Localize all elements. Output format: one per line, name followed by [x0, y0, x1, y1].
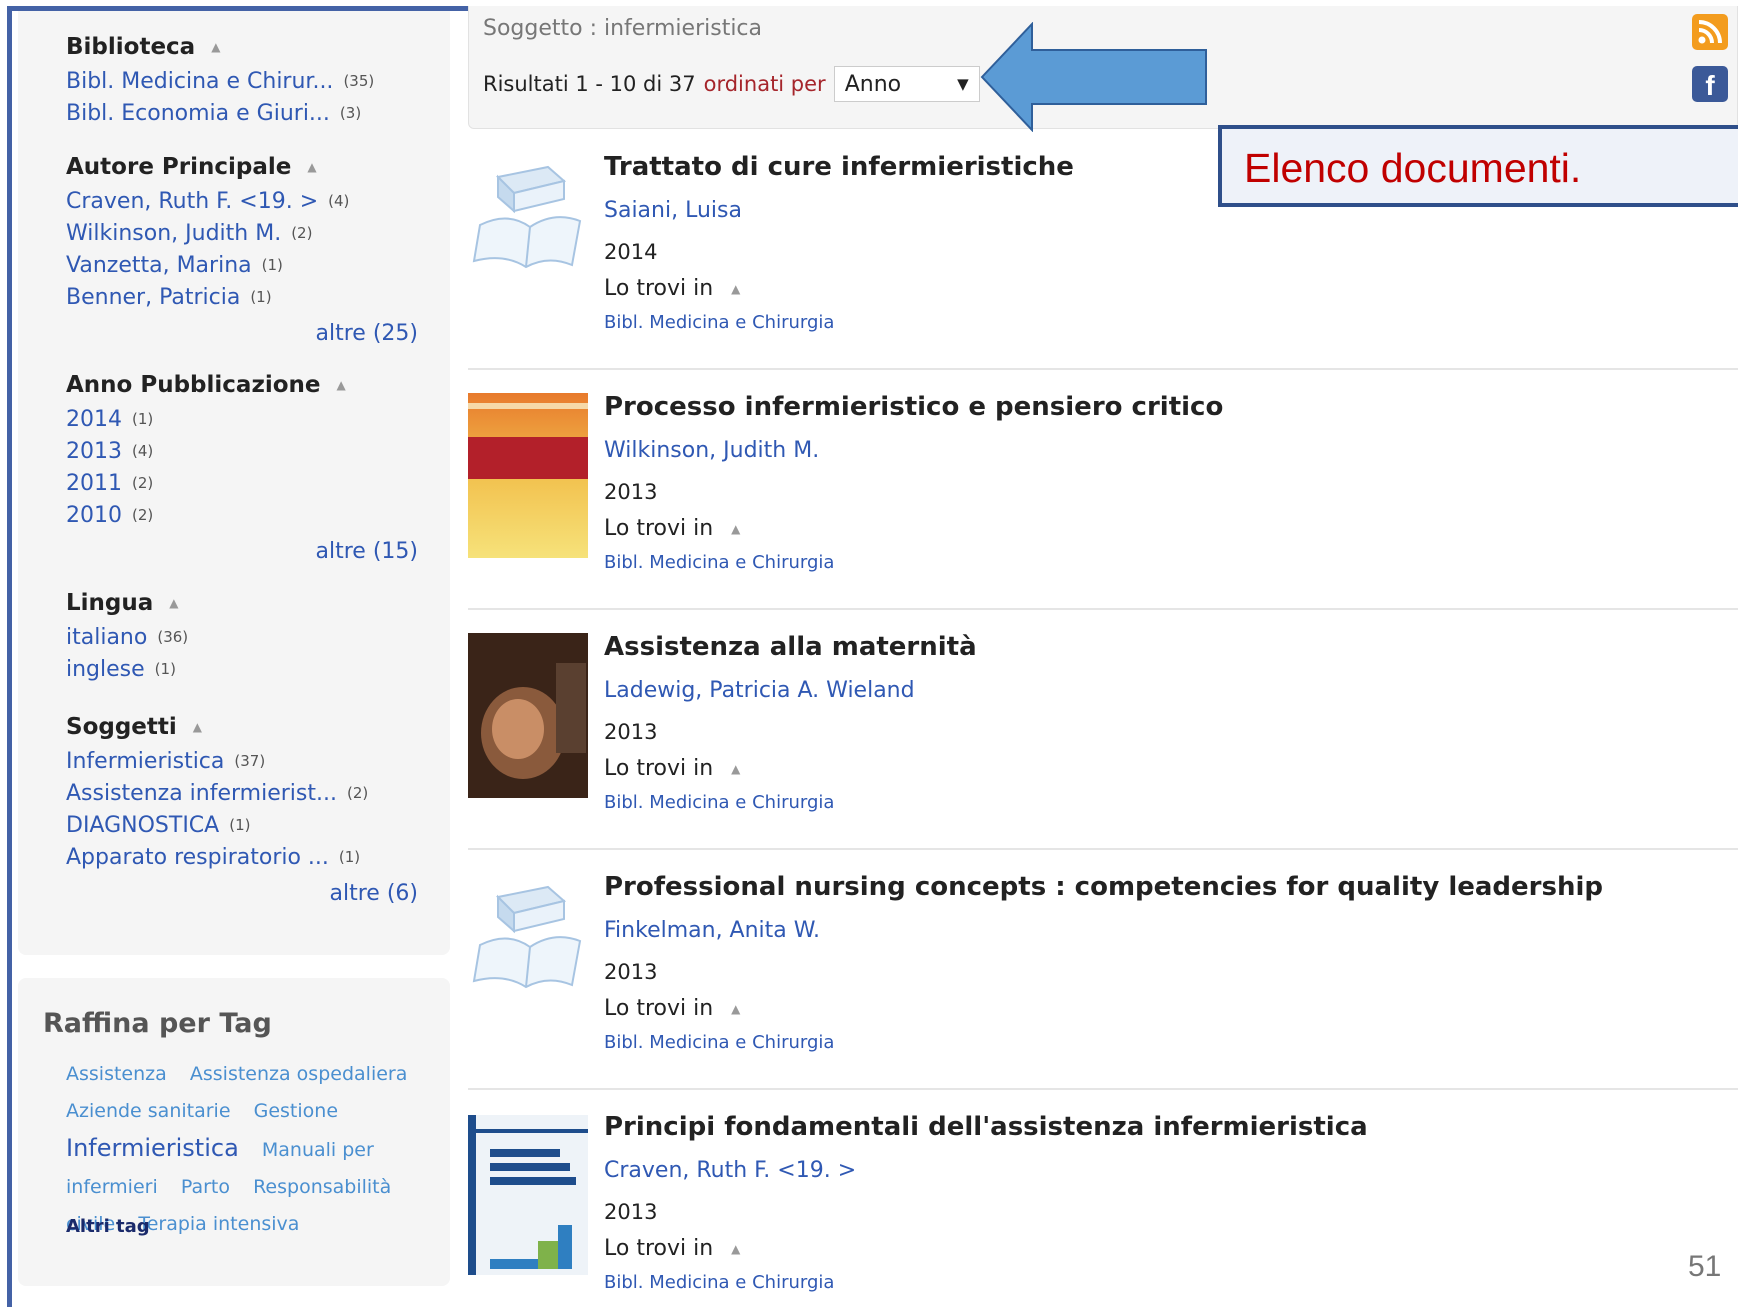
result-year: 2013 — [604, 480, 658, 504]
collapse-icon: ▲ — [731, 521, 741, 536]
facet-item[interactable]: Benner, Patricia (1) — [66, 281, 426, 313]
facet-soggetti: Soggetti ▲ Infermieristica (37) Assistenz… — [66, 709, 426, 906]
facet-item[interactable]: Vanzetta, Marina (1) — [66, 249, 426, 281]
slide-number: 51 — [1688, 1250, 1722, 1283]
facet-title[interactable]: Anno Pubblicazione ▲ — [66, 367, 426, 403]
facet-title[interactable]: Lingua ▲ — [66, 585, 426, 621]
tag-cloud: Assistenza Assistenza ospedaliera Aziend… — [66, 1056, 436, 1243]
collapse-icon[interactable]: ▲ — [211, 40, 220, 54]
facet-item[interactable]: Bibl. Medicina e Chirur... (35) — [66, 65, 426, 97]
result-author[interactable]: Craven, Ruth F. <19. > — [604, 1158, 856, 1183]
facet-item[interactable]: Bibl. Economia e Giuri... (3) — [66, 97, 426, 129]
slide-frame-left — [7, 6, 12, 1307]
library-link[interactable]: Bibl. Medicina e Chirurgia — [604, 1272, 834, 1293]
result-item: Assistenza alla maternità Ladewig, Patri… — [468, 610, 1738, 850]
tag-link[interactable]: Infermieristica — [66, 1134, 239, 1162]
where-toggle[interactable]: Lo trovi in ▲ — [604, 1236, 740, 1261]
collapse-icon[interactable]: ▲ — [169, 596, 178, 610]
tags-panel: Raffina per Tag Assistenza Assistenza os… — [18, 978, 450, 1286]
result-title[interactable]: Processo infermieristico e pensiero crit… — [604, 392, 1223, 422]
generic-book-icon[interactable] — [468, 155, 588, 320]
result-year: 2014 — [604, 240, 658, 264]
facet-anno: Anno Pubblicazione ▲ 2014 (1) 2013 (4) 201… — [66, 367, 426, 564]
library-link[interactable]: Bibl. Medicina e Chirurgia — [604, 552, 834, 573]
facet-title[interactable]: Biblioteca ▲ — [66, 29, 426, 65]
facet-item[interactable]: 2011 (2) — [66, 467, 426, 499]
generic-book-icon[interactable] — [468, 875, 588, 1040]
facebook-icon[interactable]: f — [1692, 66, 1728, 102]
facet-item[interactable]: DIAGNOSTICA (1) — [66, 809, 426, 841]
where-toggle[interactable]: Lo trovi in ▲ — [604, 996, 740, 1021]
book-cover[interactable] — [468, 1115, 588, 1275]
facet-item[interactable]: Infermieristica (37) — [66, 745, 426, 777]
book-cover[interactable] — [468, 393, 588, 558]
facet-item[interactable]: inglese (1) — [66, 653, 426, 685]
sort-select[interactable]: Anno ▼ — [833, 66, 980, 102]
facet-item[interactable]: Assistenza infermierist... (2) — [66, 777, 426, 809]
result-author[interactable]: Finkelman, Anita W. — [604, 918, 820, 943]
tag-link[interactable]: Assistenza — [66, 1063, 167, 1085]
more-link[interactable]: altre (15) — [316, 539, 418, 564]
callout-arrow-icon — [980, 22, 1207, 132]
facet-item[interactable]: 2014 (1) — [66, 403, 426, 435]
more-tags-link[interactable]: Altri tag — [66, 1216, 150, 1237]
chevron-down-icon: ▼ — [957, 75, 969, 93]
library-link[interactable]: Bibl. Medicina e Chirurgia — [604, 312, 834, 333]
more-link[interactable]: altre (6) — [330, 881, 418, 906]
tag-link[interactable]: Gestione — [254, 1100, 338, 1122]
more-link[interactable]: altre (25) — [316, 321, 418, 346]
facets-panel: Biblioteca ▲ Bibl. Medicina e Chirur...(… — [18, 11, 450, 955]
result-year: 2013 — [604, 720, 658, 744]
facet-item[interactable]: 2013 (4) — [66, 435, 426, 467]
collapse-icon[interactable]: ▲ — [307, 160, 316, 174]
facet-item[interactable]: Apparato respiratorio ... (1) — [66, 841, 426, 873]
facet-item[interactable]: Wilkinson, Judith M. (2) — [66, 217, 426, 249]
facet-title[interactable]: Soggetti ▲ — [66, 709, 426, 745]
library-link[interactable]: Bibl. Medicina e Chirurgia — [604, 1032, 834, 1053]
result-item: Principi fondamentali dell'assistenza in… — [468, 1092, 1738, 1307]
tag-link[interactable]: Terapia intensiva — [138, 1213, 299, 1235]
result-item: Trattato di cure infermieristiche Saiani… — [468, 130, 1738, 370]
collapse-icon: ▲ — [731, 1001, 741, 1016]
facet-item[interactable]: Craven, Ruth F. <19. > (4) — [66, 185, 426, 217]
facet-lingua: Lingua ▲ italiano (36) inglese (1) — [66, 585, 426, 685]
collapse-icon: ▲ — [731, 1241, 741, 1256]
book-cover[interactable] — [468, 633, 588, 798]
result-title[interactable]: Trattato di cure infermieristiche — [604, 152, 1074, 182]
result-author[interactable]: Saiani, Luisa — [604, 198, 742, 223]
results-summary: Risultati 1 - 10 di 37 ordinati per Anno… — [483, 66, 980, 102]
result-item: Processo infermieristico e pensiero crit… — [468, 370, 1738, 610]
tag-link[interactable]: Parto — [181, 1176, 230, 1198]
result-title[interactable]: Assistenza alla maternità — [604, 632, 977, 662]
result-year: 2013 — [604, 1200, 658, 1224]
facet-autore: Autore Principale ▲ Craven, Ruth F. <19.… — [66, 149, 426, 346]
tag-link[interactable]: Aziende sanitarie — [66, 1100, 231, 1122]
facet-item[interactable]: italiano (36) — [66, 621, 426, 653]
result-item: Professional nursing concepts : competen… — [468, 850, 1738, 1090]
result-year: 2013 — [604, 960, 658, 984]
tags-title: Raffina per Tag — [43, 1008, 272, 1039]
facet-biblioteca: Biblioteca ▲ Bibl. Medicina e Chirur...(… — [66, 29, 426, 129]
facet-item[interactable]: 2010 (2) — [66, 499, 426, 531]
where-toggle[interactable]: Lo trovi in ▲ — [604, 276, 740, 301]
where-toggle[interactable]: Lo trovi in ▲ — [604, 756, 740, 781]
collapse-icon[interactable]: ▲ — [193, 720, 202, 734]
library-link[interactable]: Bibl. Medicina e Chirurgia — [604, 792, 834, 813]
result-author[interactable]: Wilkinson, Judith M. — [604, 438, 819, 463]
subject-label: Soggetto : infermieristica — [483, 16, 763, 41]
result-title[interactable]: Principi fondamentali dell'assistenza in… — [604, 1112, 1368, 1142]
result-title[interactable]: Professional nursing concepts : competen… — [604, 872, 1603, 902]
facet-title[interactable]: Autore Principale ▲ — [66, 149, 426, 185]
collapse-icon: ▲ — [731, 761, 741, 776]
collapse-icon: ▲ — [731, 281, 741, 296]
result-author[interactable]: Ladewig, Patricia A. Wieland — [604, 678, 915, 703]
tag-link[interactable]: Assistenza ospedaliera — [190, 1063, 408, 1085]
rss-icon[interactable] — [1692, 14, 1728, 50]
where-toggle[interactable]: Lo trovi in ▲ — [604, 516, 740, 541]
collapse-icon[interactable]: ▲ — [336, 378, 345, 392]
